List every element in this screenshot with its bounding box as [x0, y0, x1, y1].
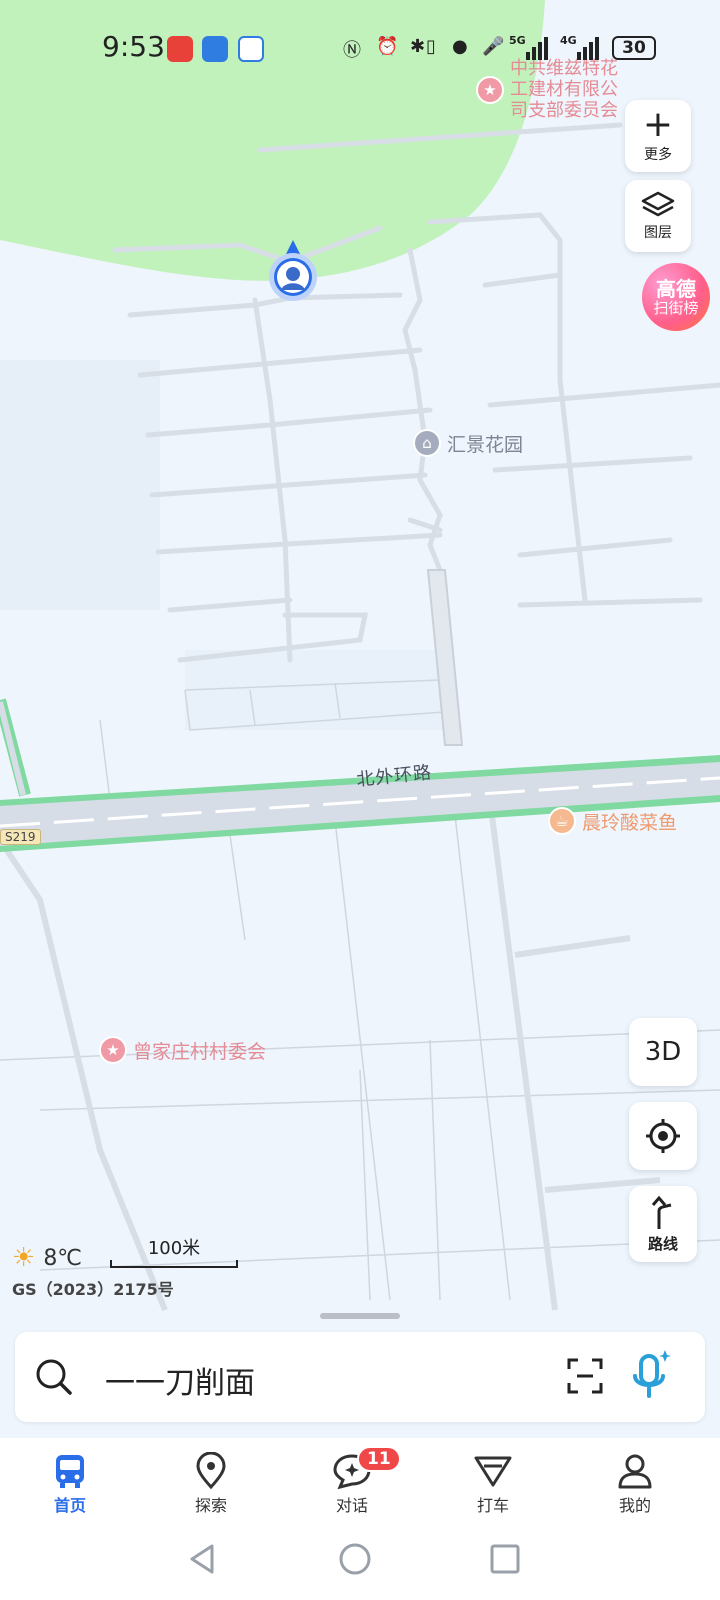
poi-huijing-garden[interactable]: ⌂ 汇景花园 — [413, 429, 523, 457]
person-icon — [618, 1454, 652, 1489]
tab-home[interactable]: 首页 — [25, 1452, 115, 1516]
nfc-icon: Ⓝ — [343, 40, 361, 61]
tab-chat[interactable]: 11 对话 — [307, 1446, 401, 1516]
route-arrow-icon — [651, 1195, 672, 1229]
vibrate-icon: ▯ — [426, 36, 436, 57]
browser-app-icon — [238, 36, 264, 62]
mic-icon: 🎤 — [482, 36, 505, 57]
locate-button[interactable] — [629, 1102, 697, 1170]
map-license: GS（2023）2175号 — [12, 1280, 174, 1299]
street-ranking-button[interactable]: 高德 扫街榜 — [642, 263, 710, 331]
crosshair-icon — [646, 1119, 680, 1153]
shopping-app-icon — [167, 36, 193, 62]
route-badge: S219 — [0, 829, 41, 845]
clock: 9:53 — [102, 30, 165, 63]
house-icon: ⌂ — [413, 429, 441, 457]
tab-profile[interactable]: 我的 — [590, 1452, 680, 1516]
search-bar[interactable]: 一一刀削面 — [15, 1332, 705, 1422]
back-icon[interactable] — [186, 1542, 220, 1576]
taxi-icon — [474, 1456, 512, 1487]
poi-zengjiazhuang-committee[interactable]: ★ 曾家庄村村委会 — [99, 1036, 266, 1064]
bluetooth-icon: ✱ — [410, 36, 426, 57]
chat-badge: 11 — [357, 1446, 401, 1472]
view-3d-button[interactable]: 3D — [629, 1018, 697, 1086]
map-view[interactable]: ★ 中共维兹特花 工建材有限公 司支部委员会 ⌂ 汇景花园 ☕ 晨玲酸菜鱼 ★ … — [0, 0, 720, 1440]
weather-widget[interactable]: ☀ 8℃ — [12, 1243, 82, 1273]
scale-bar: 100米 — [110, 1234, 238, 1268]
scan-icon[interactable] — [567, 1358, 603, 1394]
recents-icon[interactable] — [488, 1542, 522, 1576]
travel-app-icon — [202, 36, 228, 62]
search-query[interactable]: 一一刀削面 — [105, 1358, 255, 1402]
tab-taxi[interactable]: 打车 — [448, 1452, 538, 1516]
voice-assistant-icon[interactable] — [631, 1350, 671, 1402]
food-icon: ☕ — [548, 807, 576, 835]
star-icon: ★ — [99, 1036, 127, 1064]
bus-icon — [56, 1455, 84, 1488]
temperature: 8℃ — [43, 1245, 83, 1271]
status-bar: 9:53 Ⓝ ⏰ ✱ ▯ ● 🎤 5G 4G 30 — [0, 28, 720, 68]
signal-icon — [577, 37, 599, 60]
poi-chenling-fish[interactable]: ☕ 晨玲酸菜鱼 — [548, 807, 677, 835]
location-pin-icon — [196, 1452, 226, 1490]
search-icon — [36, 1359, 72, 1395]
signal-icon — [526, 37, 548, 60]
layers-icon — [641, 191, 675, 217]
home-icon[interactable] — [338, 1542, 372, 1576]
more-button[interactable]: + 更多 — [625, 100, 691, 172]
battery-indicator: 30 — [612, 36, 656, 60]
sun-icon: ☀ — [12, 1243, 36, 1273]
network-5g: 5G — [509, 34, 526, 47]
star-icon: ★ — [476, 75, 504, 104]
location-icon: ● — [452, 36, 468, 57]
route-button[interactable]: 路线 — [629, 1186, 697, 1262]
alarm-icon: ⏰ — [376, 36, 399, 57]
network-4g: 4G — [560, 34, 577, 47]
map-canvas — [0, 0, 720, 1440]
bottom-nav: 首页 探索 11 对话 打车 我的 — [0, 1438, 720, 1530]
system-nav-bar — [0, 1530, 720, 1600]
panel-drag-handle[interactable] — [320, 1313, 400, 1319]
plus-icon: + — [642, 104, 674, 145]
tab-explore[interactable]: 探索 — [166, 1452, 256, 1516]
layers-button[interactable]: 图层 — [625, 180, 691, 252]
